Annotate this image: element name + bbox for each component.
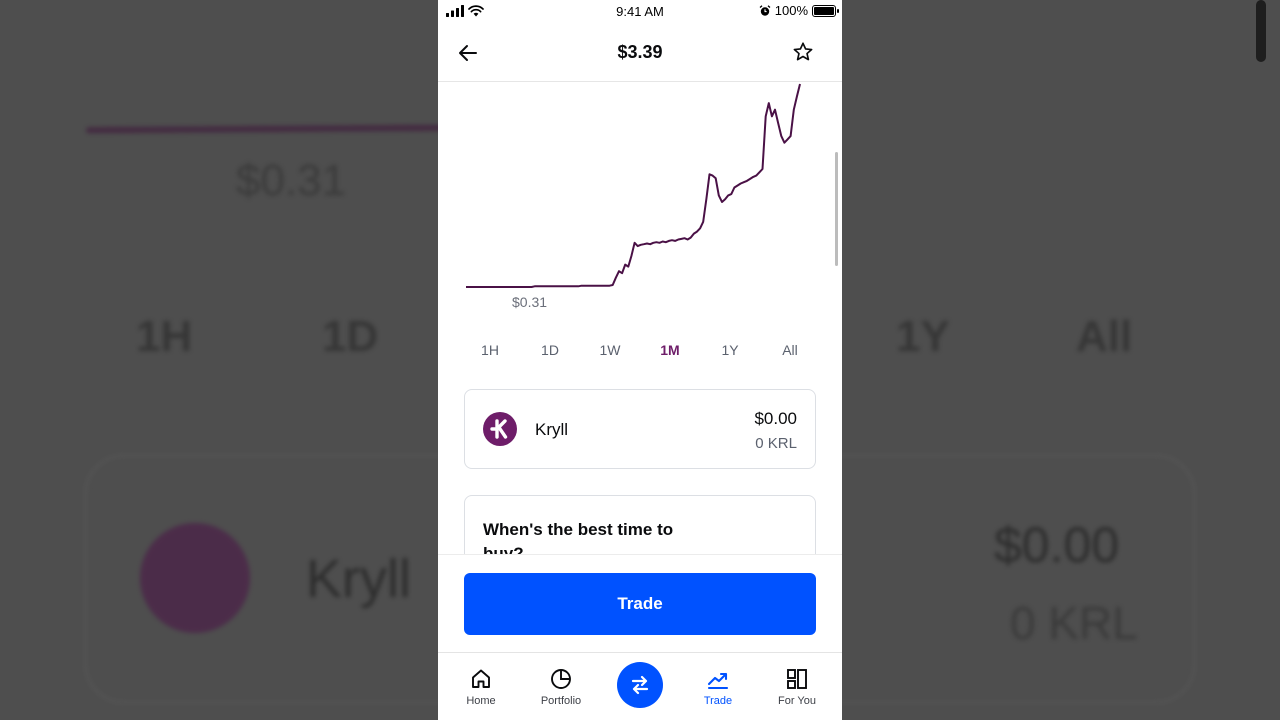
tab-home-label: Home bbox=[466, 695, 496, 707]
time-range-selector: 1H 1D 1W 1M 1Y All bbox=[460, 342, 820, 358]
chart-low-label: $0.31 bbox=[512, 294, 548, 310]
asset-fiat-value: $0.00 bbox=[754, 409, 797, 428]
background-chart-line bbox=[85, 124, 447, 134]
tab-portfolio-label: Portfolio bbox=[540, 695, 582, 707]
trade-button[interactable]: Trade bbox=[464, 573, 816, 635]
asset-quantity: 0 KRL bbox=[755, 435, 797, 452]
scroll-indicator bbox=[835, 152, 838, 266]
background-tab-1h: 1H bbox=[136, 312, 193, 361]
background-asset-name: Kryll bbox=[306, 549, 411, 609]
tab-home[interactable]: Home bbox=[441, 667, 521, 707]
range-1m[interactable]: 1M bbox=[640, 342, 700, 358]
background-low-label: $0.31 bbox=[236, 156, 347, 205]
asset-balance-card[interactable]: Kryll $0.00 0 KRL bbox=[464, 389, 816, 469]
alarm-icon bbox=[759, 4, 771, 16]
video-scrollbar[interactable] bbox=[1256, 0, 1266, 62]
scroll-content[interactable]: $0.31 1H 1D 1W 1M 1Y All Kryll $0.00 0 K… bbox=[438, 82, 842, 554]
learn-card-title: When's the best time to buy? bbox=[483, 520, 674, 554]
status-bar: 9:41 AM 100% bbox=[438, 0, 842, 24]
background-tab-1d: 1D bbox=[322, 312, 379, 361]
bottom-tab-bar: Home Portfolio Trade For You bbox=[438, 652, 842, 720]
tab-portfolio[interactable]: Portfolio bbox=[521, 667, 601, 707]
range-1d[interactable]: 1D bbox=[520, 342, 580, 358]
range-1y[interactable]: 1Y bbox=[700, 342, 760, 358]
tab-trade-label: Trade bbox=[703, 695, 733, 707]
battery-percent: 100% bbox=[774, 3, 808, 18]
tab-for-you-label: For You bbox=[778, 695, 816, 707]
tab-for-you[interactable]: For You bbox=[757, 667, 837, 707]
range-1h[interactable]: 1H bbox=[460, 342, 520, 358]
asset-header: $3.39 bbox=[438, 24, 842, 82]
phone-screen: 9:41 AM 100% $3.39 $0.31 1H 1D 1W 1M 1Y … bbox=[438, 0, 842, 720]
home-icon bbox=[472, 669, 490, 688]
chart-line bbox=[466, 83, 801, 288]
trend-up-icon bbox=[707, 672, 729, 690]
swap-button[interactable] bbox=[617, 662, 663, 708]
battery-icon bbox=[812, 4, 839, 17]
kryll-logo-icon bbox=[483, 412, 517, 446]
background-tab-all: All bbox=[1076, 312, 1133, 361]
star-icon[interactable] bbox=[792, 41, 814, 63]
background-kryll-logo bbox=[140, 523, 250, 633]
range-all[interactable]: All bbox=[760, 342, 820, 358]
trade-action-bar: Trade bbox=[438, 554, 842, 652]
tab-trade[interactable]: Trade bbox=[678, 667, 758, 707]
background-asset-qty: 0 KRL bbox=[1010, 597, 1138, 649]
grid-icon bbox=[787, 669, 807, 689]
learn-card[interactable]: When's the best time to buy? bbox=[464, 495, 816, 554]
background-tab-1y: 1Y bbox=[896, 312, 950, 361]
pie-chart-icon bbox=[551, 669, 571, 689]
background-asset-value: $0.00 bbox=[994, 517, 1120, 573]
range-1w[interactable]: 1W bbox=[580, 342, 640, 358]
swap-icon bbox=[631, 675, 649, 695]
status-right: 100% bbox=[759, 3, 839, 18]
kryll-k-glyph bbox=[490, 419, 508, 439]
page-title: $3.39 bbox=[617, 42, 663, 62]
price-chart[interactable] bbox=[438, 82, 842, 322]
asset-name: Kryll bbox=[535, 420, 569, 439]
